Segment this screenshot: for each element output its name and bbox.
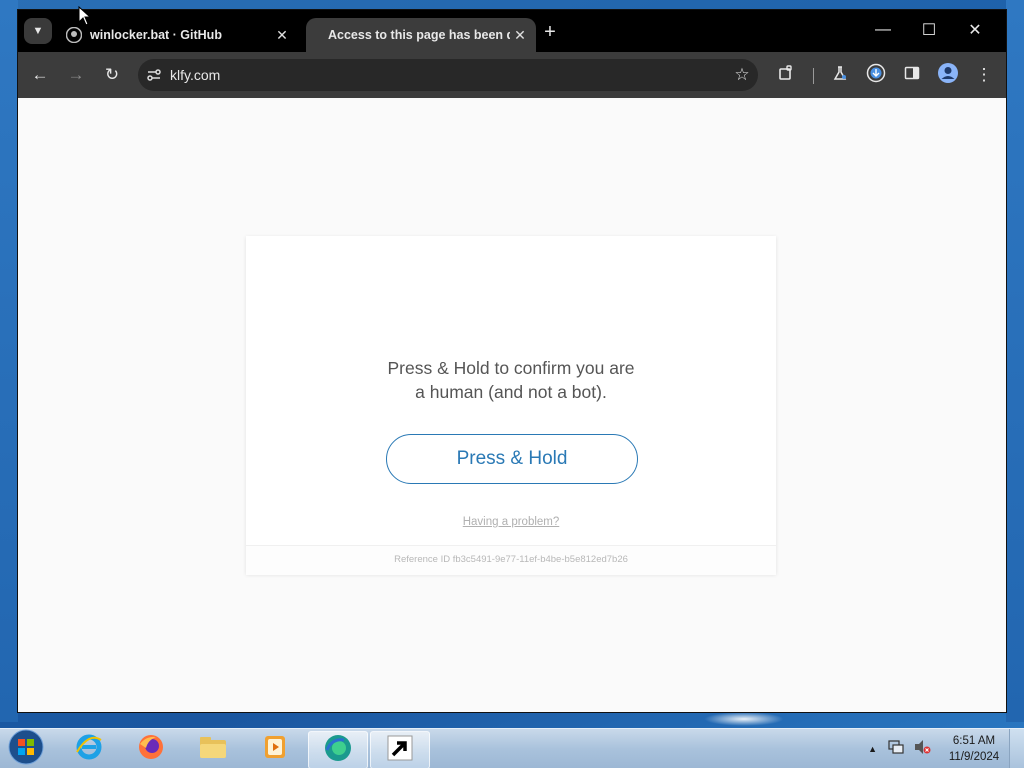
file-explorer-icon	[197, 732, 229, 767]
tab-github[interactable]: winlocker.bat · GitHub ✕	[58, 18, 298, 52]
avatar-icon	[937, 62, 959, 89]
reference-id: Reference ID fb3c5491-9e77-11ef-b4be-b5e…	[246, 545, 776, 575]
media-player-icon	[260, 732, 290, 767]
toolbar-divider	[813, 68, 814, 84]
volume-muted-icon[interactable]	[913, 739, 931, 760]
press-and-hold-button[interactable]: Press & Hold	[386, 434, 638, 484]
firefox-icon	[136, 732, 166, 767]
clock[interactable]: 6:51 AM 11/9/2024	[939, 733, 1009, 765]
taskbar-edge[interactable]	[308, 731, 368, 768]
new-tab-button[interactable]: +	[538, 20, 562, 44]
browser-window: ▼ winlocker.bat · GitHub ✕ Access to thi…	[18, 10, 1006, 712]
labs-button[interactable]	[826, 61, 854, 89]
chevron-down-icon: ▼	[32, 25, 44, 37]
start-button[interactable]	[6, 729, 46, 768]
minimize-button[interactable]: —	[860, 10, 906, 50]
show-hidden-icons-icon[interactable]: ▲	[868, 744, 877, 754]
internet-explorer-icon	[74, 732, 104, 767]
desktop-background-left	[0, 0, 18, 722]
forward-button[interactable]: →	[62, 61, 90, 89]
network-icon[interactable]	[887, 739, 905, 760]
side-panel-icon	[904, 65, 920, 86]
show-desktop-button[interactable]	[1009, 729, 1024, 768]
desktop-background-right	[1006, 0, 1024, 722]
profile-button[interactable]	[934, 61, 962, 89]
captcha-card: Press & Hold to confirm you are a human …	[246, 236, 776, 575]
tab-search-button[interactable]: ▼	[24, 18, 52, 44]
clock-date: 11/9/2024	[948, 751, 1000, 763]
close-icon: ✕	[968, 22, 982, 39]
page-viewport: Press & Hold to confirm you are a human …	[18, 98, 1006, 712]
side-panel-button[interactable]	[898, 61, 926, 89]
taskbar-file-explorer[interactable]	[184, 731, 242, 767]
reload-button[interactable]: ↻	[98, 61, 126, 89]
bookmark-star-icon[interactable]: ☆	[726, 59, 758, 91]
tab-close-icon[interactable]: ✕	[272, 25, 292, 45]
title-bar: ▼ winlocker.bat · GitHub ✕ Access to thi…	[18, 10, 1006, 52]
arrow-left-icon: ←	[31, 65, 49, 84]
mouse-cursor-icon	[78, 5, 92, 31]
tab-title: winlocker.bat · GitHub	[90, 28, 222, 42]
plus-icon: +	[544, 20, 556, 43]
taskbar: ▲ 6:51 AM 11/9/2024	[0, 728, 1024, 768]
captcha-prompt: Press & Hold to confirm you are a human …	[246, 356, 776, 404]
reload-icon: ↻	[104, 65, 120, 84]
tab-access-denied[interactable]: Access to this page has been d ✕	[306, 18, 536, 52]
clock-time: 6:51 AM	[952, 735, 996, 747]
flask-icon	[832, 65, 848, 86]
maximize-button[interactable]: ☐	[906, 10, 952, 50]
windows-logo-icon	[8, 729, 44, 768]
taskbar-shortcut[interactable]	[370, 731, 430, 768]
browser-toolbar: ← → ↻ klfy.com ☆ ⋮	[18, 52, 1006, 98]
shortcut-arrow-icon	[385, 733, 415, 768]
tab-title: Access to this page has been d	[328, 28, 510, 42]
download-icon	[866, 63, 886, 88]
prompt-line-1: Press & Hold to confirm you are	[387, 358, 635, 378]
menu-button[interactable]: ⋮	[970, 61, 998, 89]
maximize-icon: ☐	[921, 22, 937, 39]
close-window-button[interactable]: ✕	[952, 10, 998, 50]
prompt-line-2: a human (and not a bot).	[415, 382, 607, 402]
taskbar-media-player[interactable]	[246, 731, 304, 767]
tab-close-icon[interactable]: ✕	[510, 25, 530, 45]
site-settings-icon[interactable]	[138, 59, 170, 91]
kebab-menu-icon: ⋮	[975, 65, 993, 84]
system-tray: ▲ 6:51 AM 11/9/2024	[868, 729, 1024, 768]
address-bar[interactable]: klfy.com ☆	[138, 59, 758, 91]
taskbar-firefox[interactable]	[122, 731, 180, 767]
edge-icon	[322, 732, 354, 768]
minimize-icon: —	[875, 21, 891, 38]
taskbar-internet-explorer[interactable]	[60, 731, 118, 767]
extensions-button[interactable]	[772, 61, 800, 89]
having-a-problem-link[interactable]: Having a problem?	[246, 516, 776, 528]
back-button[interactable]: ←	[26, 61, 54, 89]
url-text[interactable]: klfy.com	[170, 67, 726, 83]
puzzle-icon	[778, 64, 794, 86]
downloads-button[interactable]	[862, 61, 890, 89]
desktop-glow	[704, 712, 784, 726]
arrow-right-icon: →	[67, 65, 85, 84]
